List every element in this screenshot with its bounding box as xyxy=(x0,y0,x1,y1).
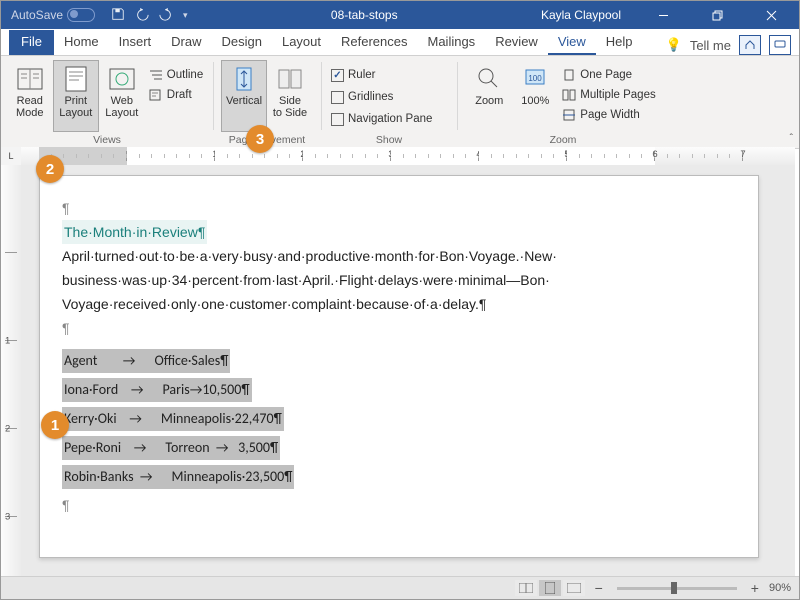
ribbon-tabs: File Home Insert Draw Design Layout Refe… xyxy=(1,29,799,56)
table-row: Iona·Ford → Paris→10,500¶ xyxy=(62,378,252,402)
web-layout-icon xyxy=(108,65,136,93)
tab-design[interactable]: Design xyxy=(212,30,272,55)
close-button[interactable] xyxy=(749,1,793,29)
doc-heading: The·Month·in·Review¶ xyxy=(62,220,207,244)
redo-icon[interactable] xyxy=(159,7,173,24)
print-view-icon[interactable] xyxy=(539,580,561,596)
vertical-button[interactable]: Vertical xyxy=(221,60,267,132)
tab-home[interactable]: Home xyxy=(54,30,109,55)
minimize-button[interactable] xyxy=(641,1,685,29)
multi-page-button[interactable]: Multiple Pages xyxy=(562,86,655,104)
gridlines-checkbox[interactable]: Gridlines xyxy=(331,88,432,106)
outline-button[interactable]: Outline xyxy=(149,66,203,84)
table-row: Robin·Banks → Minneapolis·23,500¶ xyxy=(62,465,294,489)
print-layout-button[interactable]: Print Layout xyxy=(53,60,99,132)
save-icon[interactable] xyxy=(111,7,125,24)
tab-help[interactable]: Help xyxy=(596,30,643,55)
group-views-label: Views xyxy=(1,134,213,146)
tab-file[interactable]: File xyxy=(9,30,54,55)
pilcrow: ¶ xyxy=(62,493,736,517)
nav-pane-checkbox[interactable]: Navigation Pane xyxy=(331,110,432,128)
tab-layout[interactable]: Layout xyxy=(272,30,331,55)
tell-me[interactable]: Tell me xyxy=(690,38,731,53)
tab-review[interactable]: Review xyxy=(485,30,548,55)
group-zoom-label: Zoom xyxy=(457,134,669,146)
title-bar: AutoSave ▾ 08-tab-stops Kayla Claypool xyxy=(1,1,799,29)
table-row: Kerry·Oki → Minneapolis·22,470¶ xyxy=(62,407,284,431)
one-page-button[interactable]: One Page xyxy=(562,66,655,84)
page: ¶ The·Month·in·Review¶ April·turned·out·… xyxy=(39,175,759,558)
group-show-label: Show xyxy=(321,134,457,146)
ruler-checkbox[interactable]: Ruler xyxy=(331,66,432,84)
draft-button[interactable]: Draft xyxy=(149,86,203,104)
share-button[interactable] xyxy=(739,35,761,55)
web-layout-button[interactable]: Web Layout xyxy=(99,60,145,132)
tab-insert[interactable]: Insert xyxy=(109,30,162,55)
restore-button[interactable] xyxy=(695,1,739,29)
body-line: business·was·up·34·percent·from·last·Apr… xyxy=(62,268,736,292)
svg-text:100: 100 xyxy=(529,74,543,83)
read-mode-icon xyxy=(16,65,44,93)
pilcrow: ¶ xyxy=(62,196,736,220)
autosave-toggle[interactable]: AutoSave xyxy=(11,8,95,22)
selected-tab-table: Agent → Office·Sales¶ Iona·Ford → Paris→… xyxy=(62,348,736,489)
page-width-button[interactable]: Page Width xyxy=(562,106,655,124)
zoom-100-button[interactable]: 100 100% xyxy=(512,60,558,132)
callout-2: 2 xyxy=(36,155,64,183)
print-layout-icon xyxy=(62,65,90,93)
body-line: April·turned·out·to·be·a·very·busy·and·p… xyxy=(62,244,736,268)
document-title: 08-tab-stops xyxy=(188,8,541,22)
undo-icon[interactable] xyxy=(135,7,149,24)
tab-view[interactable]: View xyxy=(548,30,596,55)
ribbon: Read Mode Print Layout Web Layout Outlin… xyxy=(1,56,799,149)
status-bar: − + 90% xyxy=(1,576,799,599)
vertical-ruler[interactable]: 1 2 3 xyxy=(1,165,22,577)
tell-me-icon: 💡 xyxy=(666,37,682,53)
collapse-ribbon-icon[interactable]: ˆ xyxy=(790,133,793,144)
zoom-button[interactable]: Zoom xyxy=(466,60,512,132)
zoom-in-button[interactable]: + xyxy=(747,580,763,596)
zoom-out-button[interactable]: − xyxy=(591,580,607,596)
side-to-side-button[interactable]: Side to Side xyxy=(267,60,313,132)
read-view-icon[interactable] xyxy=(515,580,537,596)
side-to-side-icon xyxy=(276,65,304,93)
tab-selector[interactable]: L xyxy=(1,147,22,166)
read-mode-button[interactable]: Read Mode xyxy=(7,60,53,132)
horizontal-ruler[interactable]: 1 2 3 4 5 6 7 xyxy=(21,147,795,166)
tab-references[interactable]: References xyxy=(331,30,417,55)
web-view-icon[interactable] xyxy=(563,580,585,596)
table-row: Pepe·Roni → Torreon → 3,500¶ xyxy=(62,436,280,460)
toggle-off-icon xyxy=(67,8,95,22)
document-area[interactable]: ¶ The·Month·in·Review¶ April·turned·out·… xyxy=(21,165,795,577)
table-row: Agent → Office·Sales¶ xyxy=(62,349,230,373)
vertical-icon xyxy=(230,65,258,93)
user-name[interactable]: Kayla Claypool xyxy=(541,8,621,22)
tab-draw[interactable]: Draw xyxy=(161,30,211,55)
comments-button[interactable] xyxy=(769,35,791,55)
pilcrow: ¶ xyxy=(62,316,736,340)
tab-mailings[interactable]: Mailings xyxy=(418,30,486,55)
body-line: Voyage·received·only·one·customer·compla… xyxy=(62,292,736,316)
zoom-icon xyxy=(475,65,503,93)
callout-1: 1 xyxy=(41,411,69,439)
callout-3: 3 xyxy=(246,125,274,153)
zoom-slider[interactable] xyxy=(617,587,737,590)
zoom-100-icon: 100 xyxy=(521,65,549,93)
zoom-percent[interactable]: 90% xyxy=(769,582,791,594)
